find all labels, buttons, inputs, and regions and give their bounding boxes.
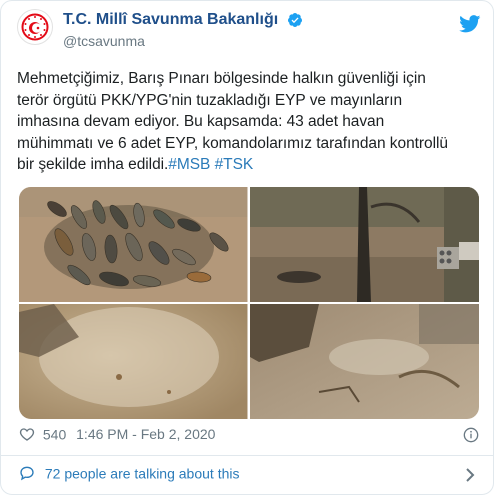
twitter-bird-icon[interactable] <box>459 15 481 33</box>
conversation-link[interactable]: 72 people are talking about this <box>19 464 479 486</box>
photo-burnt-field <box>250 187 479 302</box>
tweet-text: Mehmetçiğimiz, Barış Pınarı bölgesinde h… <box>17 68 483 176</box>
tweet-card: T.C. Millî Savunma Bakanlığı @tcsavunma … <box>0 0 494 495</box>
hashtag-tsk[interactable]: #TSK <box>215 156 254 173</box>
chat-bubble-icon <box>20 466 34 481</box>
tweet-header: T.C. Millî Savunma Bakanlığı @tcsavunma <box>17 9 481 59</box>
display-name[interactable]: T.C. Millî Savunma Bakanlığı <box>63 11 278 29</box>
media-grid[interactable] <box>19 187 479 419</box>
info-icon[interactable] <box>463 427 479 443</box>
photo-dust-cloud <box>19 304 248 419</box>
like-count[interactable]: 540 <box>43 426 66 442</box>
verified-badge-icon <box>287 13 302 27</box>
media-photos <box>19 187 479 419</box>
conversation-text[interactable]: 72 people are talking about this <box>45 465 240 481</box>
photo-rocky-ground <box>250 304 479 419</box>
tweet-meta: 540 1:46 PM - Feb 2, 2020 <box>19 425 479 447</box>
msb-emblem-icon <box>21 13 49 41</box>
hashtag-msb[interactable]: #MSB <box>168 156 210 173</box>
avatar[interactable] <box>17 9 53 45</box>
divider <box>1 455 493 456</box>
heart-icon[interactable] <box>19 426 35 442</box>
timestamp[interactable]: 1:46 PM - Feb 2, 2020 <box>76 426 215 442</box>
photo-ordnance-pile <box>19 187 248 302</box>
handle[interactable]: @tcsavunma <box>63 33 303 49</box>
author-block[interactable]: T.C. Millî Savunma Bakanlığı @tcsavunma <box>63 11 303 49</box>
chevron-right-icon[interactable] <box>465 467 475 483</box>
